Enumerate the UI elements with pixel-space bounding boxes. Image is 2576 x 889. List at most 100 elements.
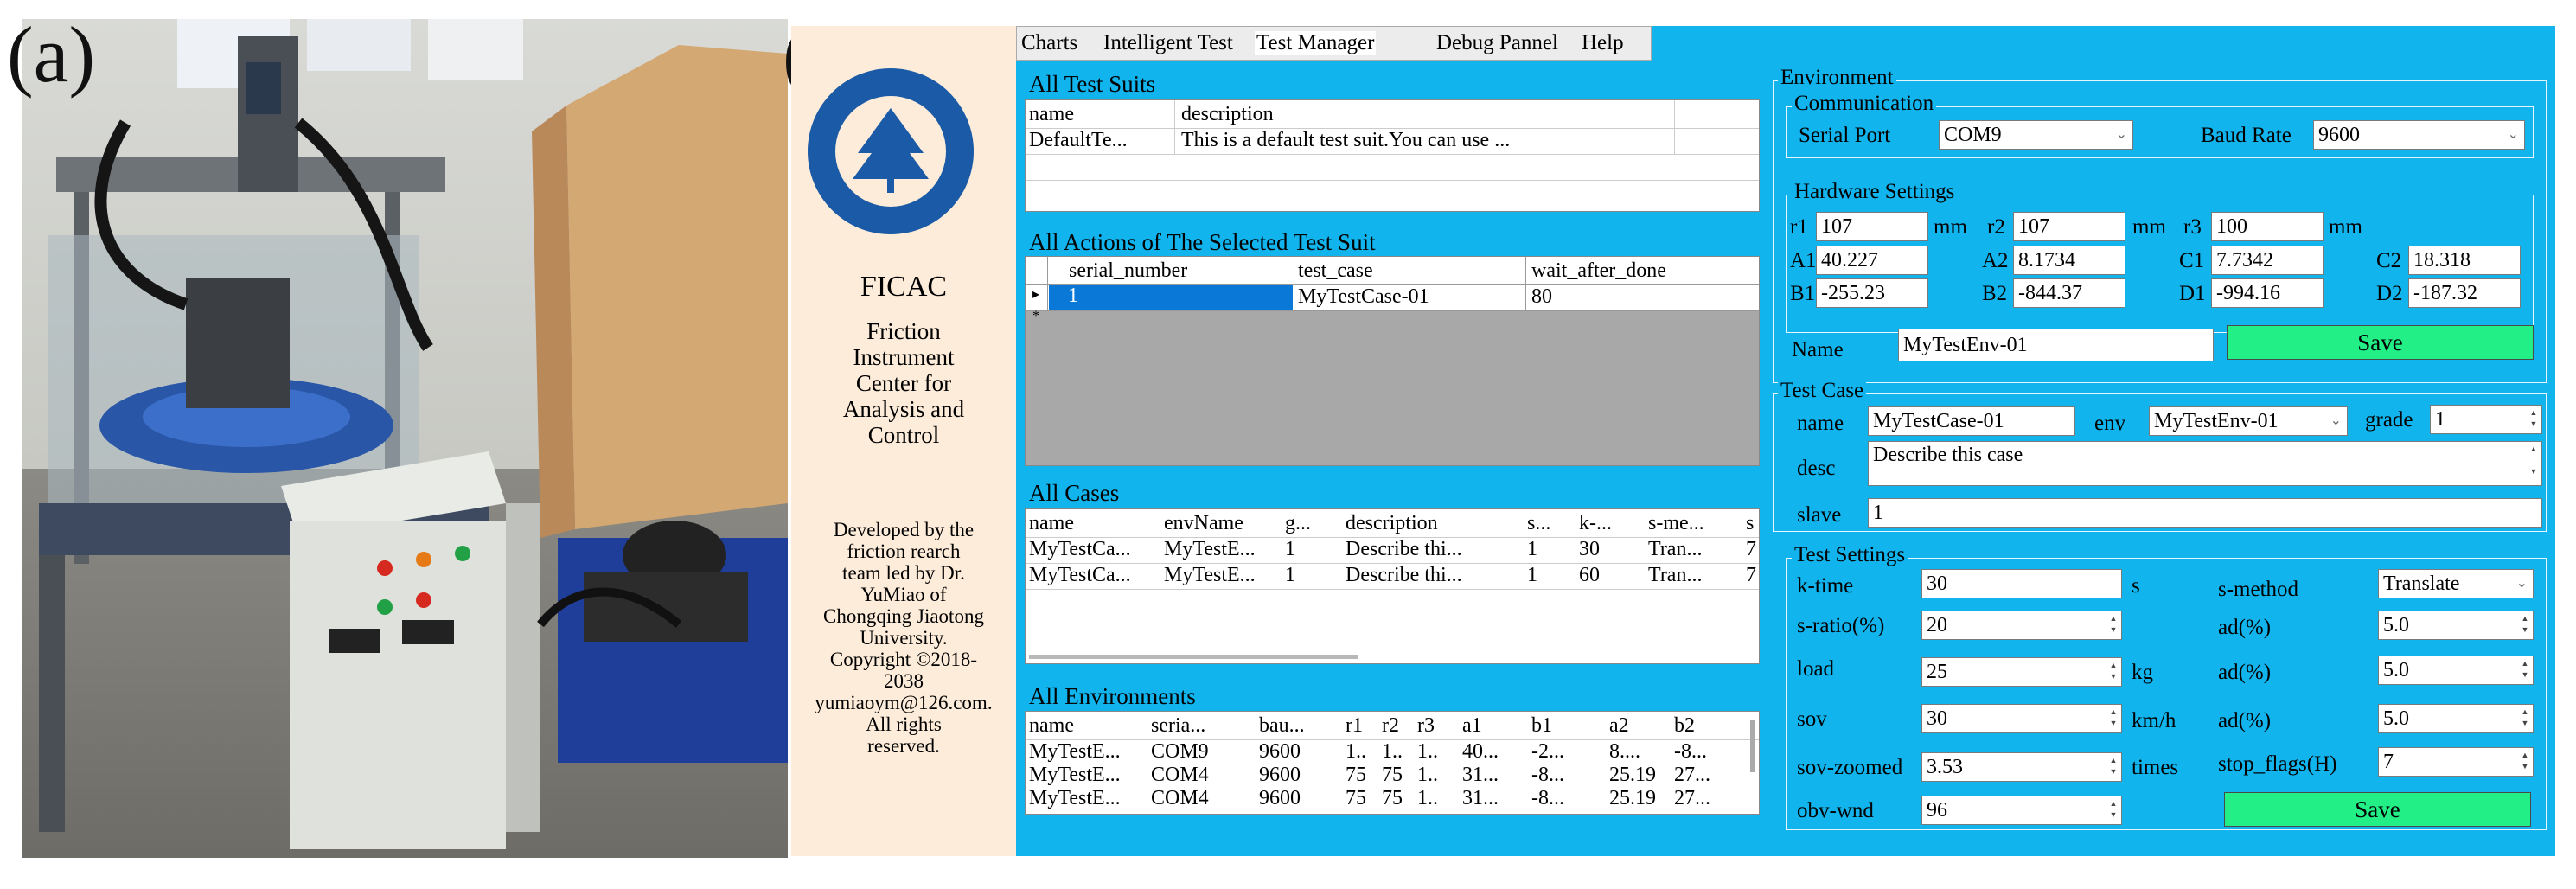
table-cell[interactable]: 25.19 <box>1609 764 1656 787</box>
b2-field[interactable]: -844.37 <box>2013 278 2125 308</box>
spinner-icon[interactable]: ▲ ▼ <box>2519 750 2531 774</box>
envs-header[interactable]: r1 <box>1346 714 1363 738</box>
table-cell[interactable]: 80 <box>1531 285 1552 309</box>
sovz-field[interactable]: 3.53 ▲ ▼ <box>1921 752 2122 782</box>
table-cell[interactable]: COM4 <box>1151 764 1209 787</box>
table-cell[interactable]: Tran... <box>1648 564 1702 587</box>
menu-item-help[interactable]: Help <box>1582 31 1624 55</box>
envs-header[interactable]: b2 <box>1674 714 1695 738</box>
spinner-icon[interactable]: ▲ ▼ <box>2107 798 2119 822</box>
suits-header-name[interactable]: name <box>1029 103 1074 126</box>
obv-field[interactable]: 96 ▲ ▼ <box>1921 796 2122 825</box>
table-cell[interactable]: -8... <box>1674 740 1707 764</box>
table-row[interactable]: MyTestE... <box>1029 740 1146 764</box>
table-cell[interactable]: 1.. <box>1417 740 1438 764</box>
case-name-field[interactable]: MyTestCase-01 <box>1868 406 2075 436</box>
table-cell[interactable]: 1.. <box>1382 740 1403 764</box>
table-cell[interactable]: Tran... <box>1648 538 1702 561</box>
ad-field-2[interactable]: 5.0 ▲ ▼ <box>2378 656 2534 685</box>
table-cell[interactable]: 25.19 <box>1609 787 1656 810</box>
table-cell[interactable]: 60 <box>1579 564 1600 587</box>
r3-field[interactable]: 100 <box>2211 212 2324 241</box>
spinner-icon[interactable]: ▲ ▼ <box>2107 660 2119 684</box>
table-cell[interactable]: 31... <box>1462 787 1499 810</box>
env-save-button[interactable]: Save <box>2227 325 2534 360</box>
actions-header-wait[interactable]: wait_after_done <box>1531 259 1666 283</box>
table-row[interactable]: MyTestE... <box>1029 764 1146 787</box>
table-cell[interactable]: 1 <box>1527 538 1537 561</box>
smethod-select[interactable]: Translate ⌄ <box>2378 569 2534 598</box>
table-cell[interactable]: 75 <box>1346 787 1366 810</box>
envs-header[interactable]: seria... <box>1151 714 1205 738</box>
cases-header[interactable]: s <box>1746 512 1754 535</box>
envs-header[interactable]: a1 <box>1462 714 1482 738</box>
table-row[interactable]: MyTestCa... <box>1029 564 1159 587</box>
cases-header[interactable]: s-me... <box>1648 512 1704 535</box>
a1-field[interactable]: 40.227 <box>1816 246 1928 275</box>
table-cell[interactable]: 75 <box>1382 764 1403 787</box>
table-cell[interactable]: 27... <box>1674 764 1710 787</box>
table-cell[interactable]: 1.. <box>1417 787 1438 810</box>
spinner-icon[interactable]: ▲ ▼ <box>2528 407 2540 432</box>
cases-header[interactable]: k-... <box>1579 512 1612 535</box>
spinner-icon[interactable]: ▲ ▼ <box>2107 755 2119 779</box>
cases-header[interactable]: envName <box>1164 512 1243 535</box>
menu-item-test-manager[interactable]: Test Manager <box>1255 31 1377 55</box>
table-cell[interactable]: 40... <box>1462 740 1499 764</box>
table-cell[interactable]: -8... <box>1531 764 1564 787</box>
ad-field-3[interactable]: 5.0 ▲ ▼ <box>2378 704 2534 733</box>
table-cell[interactable]: MyTestE... <box>1164 538 1281 561</box>
cases-header[interactable]: description <box>1346 512 1438 535</box>
table-row[interactable]: DefaultTe... <box>1029 129 1172 152</box>
table-cell[interactable]: 1 <box>1285 564 1295 587</box>
actions-header-serial[interactable]: serial_number <box>1069 259 1187 283</box>
r1-field[interactable]: 107 <box>1816 212 1928 241</box>
table-cell[interactable]: COM9 <box>1151 740 1209 764</box>
envs-header[interactable]: r3 <box>1417 714 1435 738</box>
table-cell[interactable]: 9600 <box>1259 740 1301 764</box>
table-cell[interactable]: 7 <box>1746 564 1756 587</box>
horizontal-scrollbar[interactable] <box>1029 655 1358 659</box>
cases-header[interactable]: s... <box>1527 512 1550 535</box>
table-cell[interactable]: 1 <box>1527 564 1537 587</box>
table-row[interactable]: 1 <box>1049 285 1293 310</box>
baud-rate-select[interactable]: 9600 ⌄ <box>2313 120 2525 150</box>
table-cell[interactable]: MyTestCase-01 <box>1298 285 1429 309</box>
table-cell[interactable]: Describe thi... <box>1346 564 1523 587</box>
r2-field[interactable]: 107 <box>2013 212 2125 241</box>
a2-field[interactable]: 8.1734 <box>2013 246 2125 275</box>
case-slave-field[interactable]: 1 <box>1868 498 2542 528</box>
actions-header-testcase[interactable]: test_case <box>1298 259 1373 283</box>
menu-item-intelligent-test[interactable]: Intelligent Test <box>1103 31 1233 55</box>
c1-field[interactable]: 7.7342 <box>2211 246 2324 275</box>
table-cell[interactable]: 75 <box>1346 764 1366 787</box>
cases-header[interactable]: name <box>1029 512 1074 535</box>
envs-header[interactable]: name <box>1029 714 1074 738</box>
case-desc-field[interactable]: Describe this case ▲ ▼ <box>1868 441 2542 486</box>
spinner-icon[interactable]: ▲ ▼ <box>2107 707 2119 731</box>
env-name-field[interactable]: MyTestEnv-01 <box>1898 329 2214 361</box>
table-cell[interactable]: This is a default test suit.You can use … <box>1181 129 1670 152</box>
sov-field[interactable]: 30 ▲ ▼ <box>1921 704 2122 733</box>
table-cell[interactable]: 9600 <box>1259 787 1301 810</box>
table-cell[interactable]: 9600 <box>1259 764 1301 787</box>
b1-field[interactable]: -255.23 <box>1816 278 1928 308</box>
table-cell[interactable]: -2... <box>1531 740 1564 764</box>
d2-field[interactable]: -187.32 <box>2408 278 2521 308</box>
table-cell[interactable]: 27... <box>1674 787 1710 810</box>
vertical-scrollbar[interactable] <box>1750 720 1755 772</box>
table-cell[interactable]: 1.. <box>1417 764 1438 787</box>
envs-header[interactable]: a2 <box>1609 714 1629 738</box>
case-env-select[interactable]: MyTestEnv-01 ⌄ <box>2149 406 2348 436</box>
d1-field[interactable]: -994.16 <box>2211 278 2324 308</box>
table-row[interactable]: MyTestCa... <box>1029 538 1159 561</box>
cases-header[interactable]: g... <box>1285 512 1311 535</box>
sratio-field[interactable]: 20 ▲ ▼ <box>1921 611 2122 640</box>
menu-item-charts[interactable]: Charts <box>1021 31 1077 55</box>
load-field[interactable]: 25 ▲ ▼ <box>1921 657 2122 687</box>
c2-field[interactable]: 18.318 <box>2408 246 2521 275</box>
table-cell[interactable]: -8... <box>1531 787 1564 810</box>
table-cell[interactable]: 31... <box>1462 764 1499 787</box>
table-cell[interactable]: 30 <box>1579 538 1600 561</box>
table-cell[interactable]: COM4 <box>1151 787 1209 810</box>
